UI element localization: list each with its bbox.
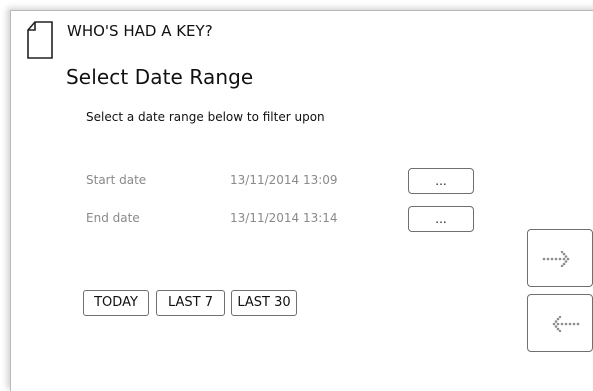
end-date-value: 13/11/2014 13:14	[230, 211, 338, 225]
start-date-label: Start date	[86, 173, 147, 187]
today-button[interactable]: TODAY	[83, 290, 149, 316]
page-title: Select Date Range	[66, 65, 254, 89]
last-7-button[interactable]: LAST 7	[156, 290, 225, 316]
document-icon	[27, 21, 53, 59]
start-date-picker-button[interactable]: ...	[408, 168, 474, 194]
back-button[interactable]	[527, 294, 593, 352]
app-title: WHO'S HAD A KEY?	[67, 22, 213, 40]
start-date-value: 13/11/2014 13:09	[230, 173, 338, 187]
next-button[interactable]	[527, 229, 593, 287]
end-date-picker-button[interactable]: ...	[408, 206, 474, 232]
dotted-arrow-right-icon	[542, 251, 570, 267]
last-30-button[interactable]: LAST 30	[231, 290, 297, 316]
end-date-label: End date	[86, 211, 140, 225]
dotted-arrow-left-icon	[552, 316, 580, 332]
instruction-text: Select a date range below to filter upon	[86, 110, 325, 124]
